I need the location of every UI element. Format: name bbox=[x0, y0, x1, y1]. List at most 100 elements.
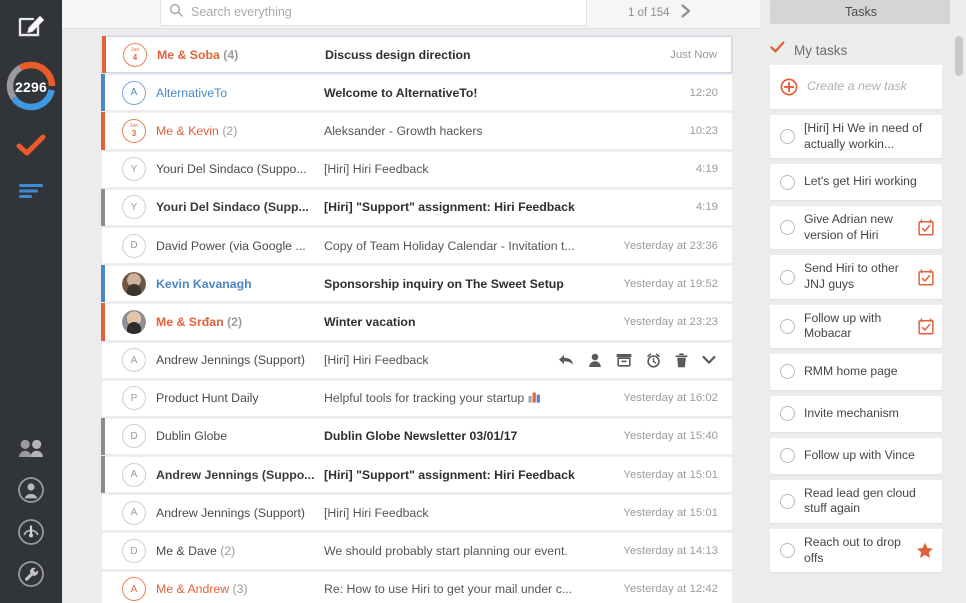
avatar-photo bbox=[122, 309, 146, 334]
tasks-scrollbar-thumb[interactable] bbox=[955, 36, 963, 76]
email-row-status-bar bbox=[101, 417, 105, 456]
email-row[interactable]: D Dublin Globe Dublin Globe Newsletter 03/… bbox=[101, 417, 732, 456]
nav-settings-button[interactable] bbox=[17, 555, 45, 597]
email-row[interactable]: D David Power (via Google ... Copy of Team… bbox=[102, 226, 732, 265]
archive-icon[interactable] bbox=[616, 353, 632, 367]
avatar[interactable] bbox=[122, 271, 146, 296]
trash-icon[interactable] bbox=[675, 352, 688, 368]
avatar[interactable]: D bbox=[122, 233, 146, 258]
avatar[interactable]: Y bbox=[122, 195, 146, 220]
task-complete-checkbox[interactable] bbox=[780, 269, 795, 285]
email-row-status-bar bbox=[101, 494, 105, 531]
email-row[interactable]: Y Youri Del Sindaco (Suppo... [Hiri] Hiri … bbox=[102, 150, 732, 188]
task-complete-checkbox[interactable] bbox=[780, 406, 795, 422]
plus-circle-icon[interactable] bbox=[780, 78, 798, 96]
task-item[interactable]: Invite mechanism bbox=[770, 395, 942, 432]
my-tasks-header[interactable]: My tasks bbox=[770, 41, 847, 59]
avatar[interactable]: A bbox=[122, 80, 146, 105]
nav-profile-button[interactable] bbox=[17, 471, 45, 513]
email-row[interactable]: Me & Srđan (2) Winter vacation Yesterday a… bbox=[101, 303, 732, 341]
avatar[interactable]: A bbox=[122, 462, 146, 487]
avatar[interactable]: A bbox=[122, 348, 146, 373]
unread-count-dial[interactable]: 2296 bbox=[0, 57, 62, 119]
search-input[interactable]: Search everything bbox=[191, 5, 292, 19]
task-label: [Hiri] Hi We in need of actually workin.… bbox=[804, 121, 923, 151]
dashboard-gauge-icon bbox=[17, 518, 45, 551]
task-complete-checkbox[interactable] bbox=[780, 493, 795, 509]
contact-person-icon[interactable] bbox=[588, 353, 602, 368]
email-sender: Me & Srđan (2) bbox=[156, 315, 324, 329]
email-sender: Product Hunt Daily bbox=[156, 391, 324, 405]
email-row-status-bar bbox=[101, 265, 105, 303]
reply-icon[interactable] bbox=[558, 353, 574, 367]
task-complete-checkbox[interactable] bbox=[780, 174, 795, 190]
task-complete-checkbox[interactable] bbox=[780, 129, 795, 145]
avatar[interactable]: A bbox=[122, 577, 146, 602]
nav-filters-button[interactable] bbox=[18, 171, 44, 215]
email-row[interactable]: A Andrew Jennings (Suppo... [Hiri] "Suppor… bbox=[101, 456, 732, 494]
task-complete-checkbox[interactable] bbox=[780, 220, 795, 236]
email-sender-name: Andrew Jennings (Suppo... bbox=[156, 467, 315, 482]
avatar[interactable]: A bbox=[122, 500, 146, 525]
task-item[interactable]: Follow up with Vince bbox=[770, 437, 942, 474]
task-complete-checkbox[interactable] bbox=[780, 543, 795, 559]
email-subject: [Hiri] "Support" assignment: Hiri Feedba… bbox=[324, 200, 575, 215]
calendar-check-icon[interactable] bbox=[918, 268, 934, 286]
email-row[interactable]: P Product Hunt Daily Helpful tools for tra… bbox=[102, 379, 732, 417]
email-row[interactable]: A AlternativeTo Welcome to AlternativeTo! 1… bbox=[101, 74, 732, 112]
nav-contacts-button[interactable] bbox=[16, 429, 46, 471]
email-row[interactable]: D Me & Dave (2) We should probably start p… bbox=[101, 532, 732, 570]
email-row[interactable]: Jan 3 Me & Kevin (2) Aleksander - Growth ha… bbox=[101, 112, 732, 150]
email-row[interactable]: A Andrew Jennings (Support) [Hiri] Hiri Fe… bbox=[102, 341, 732, 379]
task-complete-checkbox[interactable] bbox=[780, 448, 795, 464]
nav-dashboard-button[interactable] bbox=[17, 513, 45, 555]
task-item[interactable]: Give Adrian new version of Hiri bbox=[770, 206, 942, 250]
task-complete-checkbox[interactable] bbox=[780, 318, 795, 334]
email-row-status-bar bbox=[101, 456, 105, 494]
tab-tasks[interactable]: Tasks bbox=[770, 0, 952, 24]
email-timestamp: Just Now bbox=[670, 48, 717, 61]
settings-wrench-icon bbox=[17, 560, 45, 593]
calendar-check-icon[interactable] bbox=[918, 219, 934, 236]
email-row[interactable]: Y Youri Del Sindaco (Supp... [Hiri] "Suppo… bbox=[101, 188, 732, 226]
email-timestamp: 4:19 bbox=[695, 163, 718, 176]
avatar[interactable]: Jan 4 bbox=[123, 42, 147, 67]
task-item[interactable]: Send Hiri to other JNJ guys bbox=[770, 255, 942, 299]
email-sender-name: Youri Del Sindaco (Suppo... bbox=[156, 162, 307, 177]
task-item[interactable]: Let's get Hiri working bbox=[770, 164, 942, 201]
email-row[interactable]: Jan 4 Me & Soba (4) Discuss design directio… bbox=[102, 36, 732, 74]
task-item[interactable]: RMM home page bbox=[770, 353, 942, 390]
avatar[interactable]: D bbox=[122, 424, 146, 449]
avatar[interactable]: Jan 3 bbox=[122, 118, 146, 143]
avatar[interactable]: D bbox=[122, 539, 146, 564]
create-new-task[interactable]: Create a new task bbox=[770, 65, 942, 109]
snooze-clock-icon[interactable] bbox=[646, 352, 661, 368]
compose-button[interactable] bbox=[16, 10, 46, 45]
avatar[interactable]: P bbox=[122, 386, 146, 411]
calendar-check-icon[interactable] bbox=[918, 318, 934, 335]
nav-tasks-button[interactable] bbox=[15, 125, 47, 171]
email-sender-name: Andrew Jennings (Support) bbox=[156, 505, 306, 520]
chevron-right-icon[interactable] bbox=[679, 3, 693, 24]
task-item[interactable]: Reach out to drop offs bbox=[770, 529, 942, 573]
email-row[interactable]: A Andrew Jennings (Support) [Hiri] Hiri Fe… bbox=[101, 494, 732, 532]
chevron-down-icon[interactable] bbox=[702, 355, 716, 365]
task-item[interactable]: Read lead gen cloud stuff again bbox=[770, 479, 942, 524]
email-timestamp: Yesterday at 15:01 bbox=[623, 506, 718, 519]
new-task-input[interactable]: Create a new task bbox=[807, 79, 934, 95]
task-item[interactable]: [Hiri] Hi We in need of actually workin.… bbox=[770, 115, 942, 159]
avatar[interactable] bbox=[122, 309, 146, 334]
email-row[interactable]: A Me & Andrew (3) Re: How to use Hiri to g… bbox=[102, 570, 732, 603]
avatar[interactable]: Y bbox=[122, 157, 146, 182]
task-item[interactable]: Follow up with Mobacar bbox=[770, 304, 942, 348]
email-row[interactable]: Kevin Kavanagh Sponsorship inquiry on The… bbox=[101, 265, 732, 303]
search-bar[interactable]: Search everything bbox=[160, 0, 587, 26]
email-timestamp: Yesterday at 16:02 bbox=[623, 392, 718, 405]
star-icon[interactable] bbox=[916, 542, 934, 559]
email-subject: [Hiri] "Support" assignment: Hiri Feedba… bbox=[324, 467, 575, 482]
email-row-status-bar bbox=[101, 532, 105, 569]
task-complete-checkbox[interactable] bbox=[780, 364, 795, 380]
email-thread-count: (2) bbox=[222, 123, 238, 138]
email-timestamp: Yesterday at 12:42 bbox=[623, 583, 718, 596]
search-icon bbox=[169, 3, 183, 22]
